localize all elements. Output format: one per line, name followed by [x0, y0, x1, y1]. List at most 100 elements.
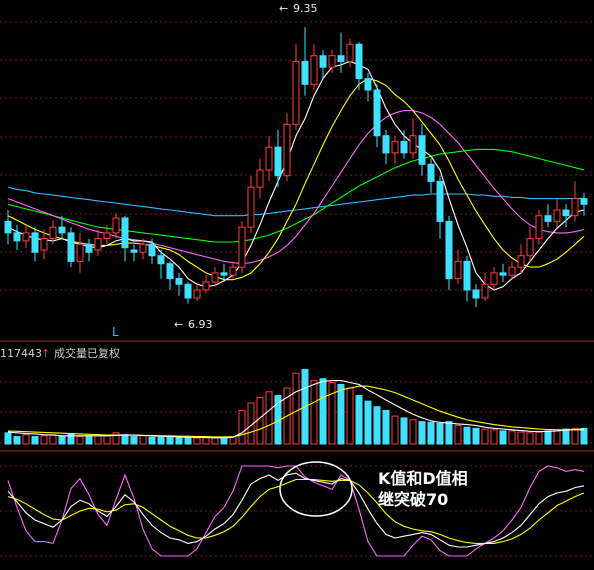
volume-bar	[256, 396, 264, 445]
volume-bar	[472, 427, 480, 445]
candle-body	[301, 60, 309, 85]
candle-body	[580, 198, 588, 205]
candle-body	[229, 266, 237, 276]
volume-bar	[544, 430, 552, 445]
volume-bar	[310, 380, 318, 445]
volume-bar	[328, 382, 336, 445]
stock-chart: 9.35 ← 6.93 ← L 117443 ↑ 成交量已复权 K值和D值相 继…	[0, 2, 594, 557]
candle-body	[355, 43, 363, 80]
candle-body	[391, 140, 399, 154]
volume-bar	[157, 436, 165, 445]
volume-bar	[148, 436, 156, 445]
volume-bar	[40, 435, 48, 445]
volume-bar	[22, 434, 30, 445]
candle-body	[364, 78, 372, 91]
low-arrow: ←	[174, 318, 183, 331]
candle-body	[553, 209, 561, 222]
volume-bar	[193, 437, 201, 445]
candle-body	[490, 272, 498, 285]
volume-bar	[67, 433, 75, 445]
volume-bar	[490, 429, 498, 445]
volume-bar	[463, 426, 471, 445]
volume-bar	[4, 432, 12, 445]
candle-body	[418, 135, 426, 165]
candle-body	[517, 255, 525, 268]
candle-body	[40, 238, 48, 251]
volume-bar	[499, 430, 507, 445]
candle-body	[310, 55, 318, 85]
candle-body	[121, 217, 129, 249]
volume-bars	[4, 368, 588, 445]
candle-body	[148, 243, 156, 257]
volume-bar	[355, 395, 363, 445]
candle-body	[337, 55, 345, 62]
candle-body	[409, 135, 417, 154]
volume-up-arrow: ↑	[41, 347, 50, 360]
volume-bar	[382, 409, 390, 445]
volume-bar	[454, 424, 462, 445]
candle-body	[4, 220, 12, 234]
candle-body	[139, 243, 147, 253]
volume-bar	[238, 409, 246, 445]
candle-body	[94, 238, 102, 251]
volume-bar	[85, 435, 93, 445]
volume-bar	[220, 436, 228, 445]
candle-body	[157, 255, 165, 265]
candle-body	[49, 226, 57, 240]
ma20-line	[7, 110, 585, 265]
candle-body	[103, 232, 111, 240]
volume-bar	[13, 436, 21, 445]
high-price-label: 9.35	[293, 2, 318, 15]
candle-body	[400, 140, 408, 154]
candle-body	[535, 215, 543, 240]
crossover-highlight-ellipse	[279, 461, 353, 517]
low-price-label: 6.93	[188, 318, 213, 331]
volume-bar	[526, 432, 534, 445]
candle-body	[544, 215, 552, 222]
volume-bar	[166, 436, 174, 445]
ma30-line	[7, 148, 585, 243]
candle-body	[112, 217, 120, 234]
candlesticks	[4, 27, 588, 308]
volume-bar	[112, 432, 120, 445]
volume-bar	[364, 400, 372, 445]
volume-bar	[31, 436, 39, 445]
low-marker-label: L	[112, 325, 119, 339]
candle-body	[13, 232, 21, 242]
candle-body	[481, 283, 489, 299]
volume-bar	[409, 419, 417, 445]
volume-bar	[130, 436, 138, 445]
candle-body	[346, 43, 354, 62]
candle-body	[184, 283, 192, 299]
candle-body	[319, 55, 327, 68]
candle-body	[238, 226, 246, 268]
candle-body	[445, 220, 453, 280]
volume-bar	[436, 423, 444, 445]
annotation-line-2: 继突破70	[378, 490, 448, 509]
candle-body	[202, 281, 210, 291]
volume-bar	[571, 427, 579, 445]
candle-body	[436, 180, 444, 222]
volume-bar	[265, 391, 273, 445]
candle-body	[508, 266, 516, 276]
candle-body	[175, 278, 183, 285]
volume-bar	[175, 436, 183, 445]
candle-body	[85, 243, 93, 253]
candle-body	[211, 272, 219, 283]
volume-bar	[49, 434, 57, 445]
volume-bar	[553, 429, 561, 445]
volume-caption-label: 成交量已复权	[54, 346, 120, 360]
volume-bar	[391, 415, 399, 445]
candle-body	[472, 289, 480, 299]
volume-bar	[535, 431, 543, 445]
volume-bar	[211, 437, 219, 445]
volume-bar	[445, 421, 453, 445]
volume-bar	[202, 436, 210, 445]
volume-bar	[58, 436, 66, 445]
candle-body	[328, 55, 336, 68]
volume-bar	[121, 434, 129, 445]
volume-bar	[319, 378, 327, 445]
candle-body	[265, 146, 273, 171]
volume-bar	[481, 428, 489, 445]
volume-bar	[400, 417, 408, 445]
